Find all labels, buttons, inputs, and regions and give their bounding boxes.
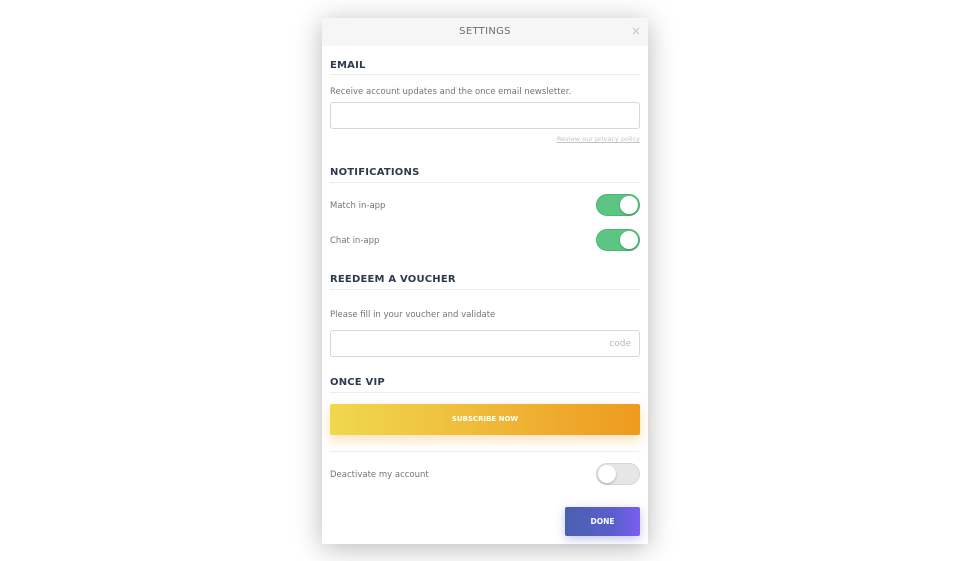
subscribe-now-button[interactable]: SUBSCRIBE NOW bbox=[330, 404, 640, 435]
voucher-divider bbox=[330, 289, 640, 290]
match-in-app-label: Match in-app bbox=[330, 201, 386, 211]
email-description: Receive account updates and the once ema… bbox=[330, 87, 572, 97]
settings-modal: SETTINGS × EMAIL Receive account updates… bbox=[322, 18, 648, 544]
vip-divider bbox=[330, 392, 640, 393]
notifications-divider bbox=[330, 182, 640, 183]
done-button[interactable]: DONE bbox=[565, 507, 640, 536]
account-divider bbox=[330, 451, 640, 452]
toggle-knob bbox=[598, 465, 616, 483]
modal-title: SETTINGS bbox=[459, 26, 511, 37]
vip-heading: ONCE VIP bbox=[330, 377, 385, 388]
modal-header: SETTINGS × bbox=[322, 18, 648, 46]
notifications-heading: NOTIFICATIONS bbox=[330, 167, 420, 178]
chat-in-app-label: Chat in-app bbox=[330, 236, 380, 246]
toggle-knob bbox=[620, 196, 638, 214]
deactivate-account-label: Deactivate my account bbox=[330, 470, 429, 480]
match-in-app-toggle[interactable] bbox=[596, 194, 640, 216]
deactivate-account-toggle[interactable] bbox=[596, 463, 640, 485]
email-field[interactable] bbox=[330, 102, 640, 129]
email-divider bbox=[330, 74, 640, 75]
voucher-description: Please fill in your voucher and validate bbox=[330, 310, 496, 320]
email-heading: EMAIL bbox=[330, 60, 366, 71]
toggle-knob bbox=[620, 231, 638, 249]
voucher-code-input[interactable] bbox=[330, 330, 640, 357]
close-icon[interactable]: × bbox=[630, 24, 642, 38]
voucher-heading: REEDEEM A VOUCHER bbox=[330, 274, 456, 285]
chat-in-app-toggle[interactable] bbox=[596, 229, 640, 251]
privacy-policy-link[interactable]: Review our privacy policy bbox=[530, 135, 640, 143]
